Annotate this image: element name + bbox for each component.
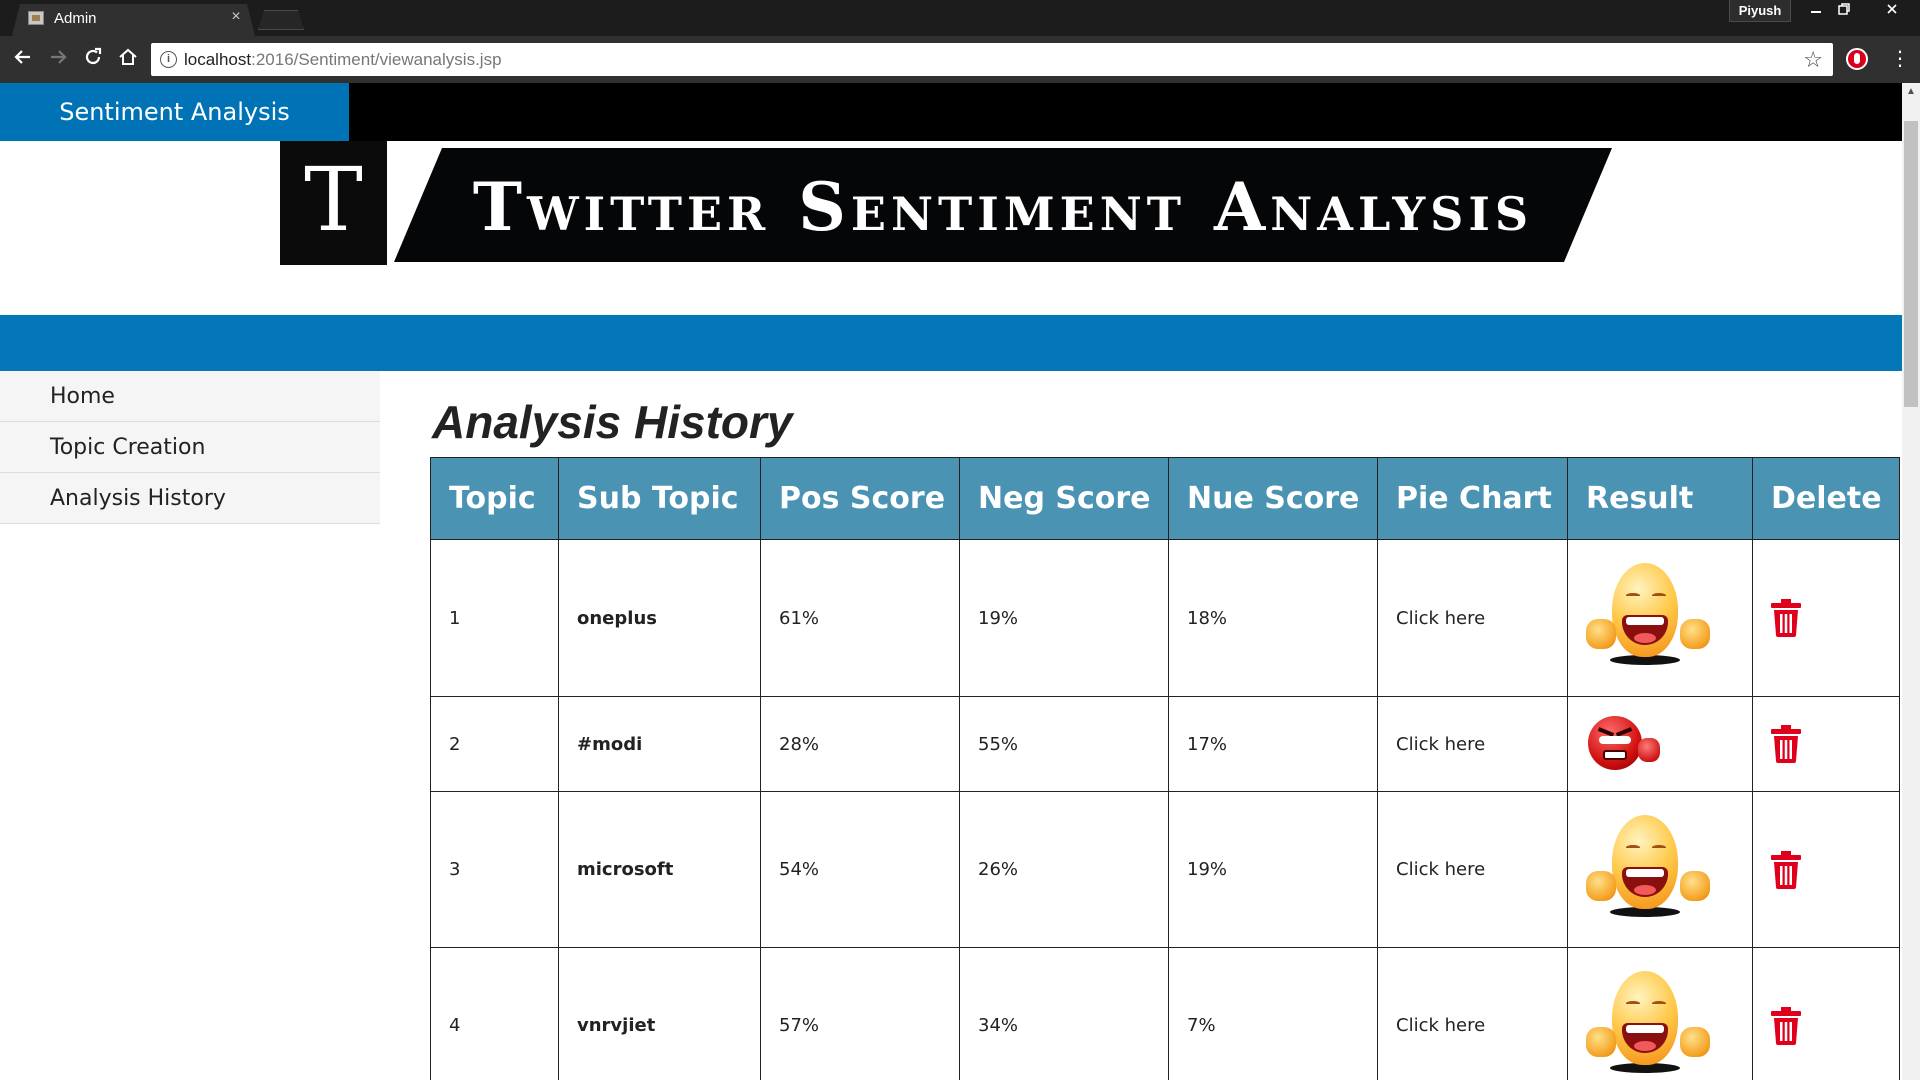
pie-chart-link[interactable]: Click here (1377, 791, 1568, 948)
more-vertical-icon[interactable]: ⋮ (1890, 46, 1910, 72)
cell-neg-score: 19% (959, 539, 1169, 697)
sidebar-item-topic-creation[interactable]: Topic Creation (0, 422, 380, 473)
page-title: Analysis History (432, 396, 793, 448)
info-icon[interactable]: i (160, 51, 177, 68)
banner-logo: T Twitter Sentiment Analysis (280, 141, 1612, 265)
cell-result (1567, 791, 1753, 948)
cell-pos-score: 61% (760, 539, 960, 697)
pie-chart-link[interactable]: Click here (1377, 947, 1568, 1080)
sidebar: Home Topic Creation Analysis History (0, 371, 380, 524)
happy-emoji-icon (1586, 563, 1710, 673)
banner-text: Twitter Sentiment Analysis (472, 168, 1534, 246)
scroll-up-arrow-icon[interactable]: ▲ (1902, 83, 1920, 101)
reload-icon[interactable] (80, 46, 106, 72)
cell-neg-score: 26% (959, 791, 1169, 948)
cell-topic: 2 (430, 696, 559, 792)
window-restore-icon[interactable] (1830, 0, 1858, 22)
cell-sub-topic: #modi (558, 696, 761, 792)
angry-emoji-icon (1586, 714, 1666, 774)
new-tab-button[interactable] (258, 10, 304, 30)
column-header-nue-score: Nue Score (1168, 457, 1378, 540)
cell-topic: 4 (430, 947, 559, 1080)
header-band (0, 315, 1902, 371)
column-header-sub-topic: Sub Topic (558, 457, 761, 540)
column-header-pos-score: Pos Score (760, 457, 960, 540)
url-path: :2016/Sentiment/viewanalysis.jsp (251, 50, 502, 69)
table-row: 2 #modi 28% 55% 17% Click here (430, 696, 1900, 792)
trash-icon[interactable] (1771, 725, 1801, 763)
cell-sub-topic: vnrvjiet (558, 947, 761, 1080)
column-header-delete: Delete (1752, 457, 1900, 540)
top-navbar: Sentiment Analysis (0, 83, 1902, 141)
cell-topic: 1 (430, 539, 559, 697)
cell-pos-score: 28% (760, 696, 960, 792)
cell-sub-topic: oneplus (558, 539, 761, 697)
browser-tab-admin[interactable] (12, 4, 255, 36)
column-header-neg-score: Neg Score (959, 457, 1169, 540)
brand-title[interactable]: Sentiment Analysis (0, 83, 349, 141)
cell-result (1567, 696, 1753, 792)
cell-neg-score: 55% (959, 696, 1169, 792)
tab-favicon-icon (28, 11, 44, 25)
vertical-scrollbar[interactable]: ▲ (1902, 83, 1920, 1080)
scroll-thumb[interactable] (1904, 121, 1918, 407)
trash-icon[interactable] (1771, 850, 1801, 889)
url-text[interactable]: localhost:2016/Sentiment/viewanalysis.js… (184, 50, 502, 70)
column-header-topic: Topic (430, 457, 559, 540)
profile-button[interactable]: Piyush (1729, 0, 1791, 22)
tab-title[interactable]: Admin (54, 10, 97, 27)
analysis-history-table: Topic Sub Topic Pos Score Neg Score Nue … (430, 457, 1900, 1080)
table-row: 1 oneplus 61% 19% 18% Click here (430, 539, 1900, 697)
column-header-result: Result (1567, 457, 1753, 540)
cell-sub-topic: microsoft (558, 791, 761, 948)
sidebar-item-home[interactable]: Home (0, 371, 380, 422)
table-row: 3 microsoft 54% 26% 19% Click here (430, 791, 1900, 948)
cell-pos-score: 54% (760, 791, 960, 948)
cell-delete (1752, 696, 1900, 792)
star-icon[interactable]: ☆ (1803, 47, 1823, 73)
cell-result (1567, 539, 1753, 697)
browser-toolbar: i localhost:2016/Sentiment/viewanalysis.… (0, 36, 1920, 83)
address-bar[interactable]: i localhost:2016/Sentiment/viewanalysis.… (151, 43, 1833, 76)
trash-icon[interactable] (1771, 1006, 1801, 1045)
table-row: 4 vnrvjiet 57% 34% 7% Click here (430, 947, 1900, 1080)
arrow-left-icon[interactable] (10, 46, 36, 72)
window-minimize-icon[interactable] (1802, 0, 1830, 22)
cell-result (1567, 947, 1753, 1080)
home-icon[interactable] (115, 46, 141, 72)
happy-emoji-icon (1586, 814, 1710, 925)
cell-nue-score: 17% (1168, 696, 1378, 792)
arrow-right-icon[interactable] (45, 46, 71, 72)
happy-emoji-icon (1586, 970, 1710, 1080)
browser-tabstrip: Admin × Piyush (0, 0, 1920, 36)
cell-pos-score: 57% (760, 947, 960, 1080)
cell-nue-score: 7% (1168, 947, 1378, 1080)
pie-chart-link[interactable]: Click here (1377, 539, 1568, 697)
column-header-pie-chart: Pie Chart (1377, 457, 1568, 540)
extension-icon[interactable] (1846, 48, 1868, 70)
cell-nue-score: 18% (1168, 539, 1378, 697)
tab-close-icon[interactable]: × (228, 8, 244, 26)
trash-icon[interactable] (1771, 599, 1801, 637)
cell-delete (1752, 791, 1900, 948)
cell-nue-score: 19% (1168, 791, 1378, 948)
url-host: localhost (184, 50, 252, 69)
cell-neg-score: 34% (959, 947, 1169, 1080)
sidebar-item-analysis-history[interactable]: Analysis History (0, 473, 380, 524)
cell-delete (1752, 947, 1900, 1080)
cell-topic: 3 (430, 791, 559, 948)
cell-delete (1752, 539, 1900, 697)
banner-letter: T (280, 141, 387, 265)
table-header-row: Topic Sub Topic Pos Score Neg Score Nue … (430, 457, 1900, 540)
window-close-icon[interactable] (1876, 0, 1908, 22)
banner-strip: Twitter Sentiment Analysis (394, 148, 1612, 262)
page-viewport: Sentiment Analysis T Twitter Sentiment A… (0, 83, 1902, 1080)
pie-chart-link[interactable]: Click here (1377, 696, 1568, 792)
